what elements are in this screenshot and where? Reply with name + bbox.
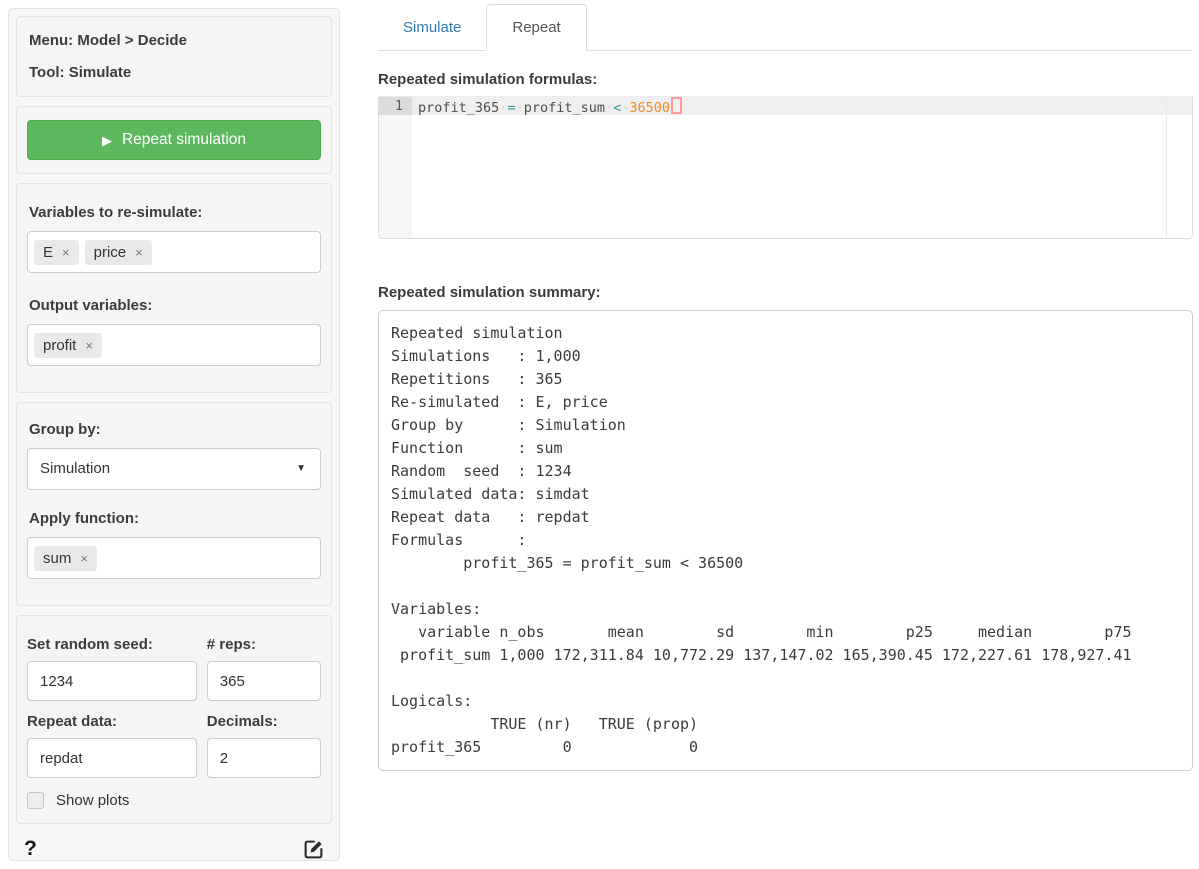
summary-section-label: Repeated simulation summary: <box>378 284 1193 301</box>
code-token-space: · <box>605 100 613 116</box>
decimals-label: Decimals: <box>207 713 321 730</box>
code-token-identifier: profit_sum <box>524 100 605 116</box>
help-icon[interactable]: ? <box>24 837 37 861</box>
output-variables-label: Output variables: <box>29 297 321 314</box>
menu-panel: Menu: Model > Decide Tool: Simulate <box>16 16 332 97</box>
formula-code-editor[interactable]: 1 profit_365·=·profit_sum·<·36500 <box>378 96 1193 239</box>
chevron-down-icon: ▼ <box>296 449 306 489</box>
code-token-space: · <box>516 100 524 116</box>
tag-pill: sum × <box>34 546 97 571</box>
show-plots-label: Show plots <box>56 792 129 809</box>
tab-bar: Simulate Repeat <box>378 0 1193 51</box>
repeat-data-input[interactable] <box>27 738 197 778</box>
summary-output-text: Repeated simulation Simulations : 1,000 … <box>391 322 1180 759</box>
editor-line-number: 1 <box>379 97 412 115</box>
remove-tag-icon[interactable]: × <box>62 245 70 260</box>
editor-gutter <box>379 97 412 238</box>
remove-tag-icon[interactable]: × <box>135 245 143 260</box>
tab-simulate[interactable]: Simulate <box>378 5 486 50</box>
tag-label: profit <box>43 337 76 354</box>
main-panel: Simulate Repeat Repeated simulation form… <box>378 0 1193 771</box>
code-token-operator: = <box>507 100 515 116</box>
tag-label: price <box>94 244 127 261</box>
group-by-label: Group by: <box>29 421 321 438</box>
tag-pill: E× <box>34 240 79 265</box>
remove-tag-icon[interactable]: × <box>85 338 93 353</box>
tool-label: Tool: Simulate <box>29 64 319 81</box>
editor-print-margin <box>1166 97 1167 238</box>
tag-pill: price × <box>85 240 152 265</box>
tag-label: sum <box>43 550 71 567</box>
editor-cursor <box>671 97 682 114</box>
sidebar-footer: ? <box>16 833 332 861</box>
remove-tag-icon[interactable]: × <box>80 551 88 566</box>
group-by-select[interactable]: Simulation ▼ <box>27 448 321 490</box>
formula-code-line: profit_365·=·profit_sum·<·36500 <box>418 97 682 115</box>
decimals-input[interactable] <box>207 738 321 778</box>
reps-input[interactable] <box>207 661 321 701</box>
seed-input[interactable] <box>27 661 197 701</box>
resim-tag-input[interactable]: E×price× <box>27 231 321 273</box>
apply-function-tag-input[interactable]: sum × <box>27 537 321 579</box>
code-token-number: 36500 <box>629 100 670 116</box>
sidebar: Menu: Model > Decide Tool: Simulate ▶ Re… <box>8 8 340 861</box>
grouping-panel: Group by: Simulation ▼ Apply function: s… <box>16 402 332 606</box>
repeat-simulation-button-label: Repeat simulation <box>122 131 246 149</box>
settings-panel: Set random seed: # reps: Repeat data: De… <box>16 615 332 824</box>
tag-pill: profit × <box>34 333 102 358</box>
resim-label: Variables to re-simulate: <box>29 204 321 221</box>
tag-label: E <box>43 244 53 261</box>
apply-function-label: Apply function: <box>29 510 321 527</box>
seed-label: Set random seed: <box>27 636 197 653</box>
repeat-data-label: Repeat data: <box>27 713 197 730</box>
summary-output-box: Repeated simulation Simulations : 1,000 … <box>378 310 1193 771</box>
reps-label: # reps: <box>207 636 321 653</box>
tab-repeat[interactable]: Repeat <box>486 4 586 51</box>
output-variables-tag-input[interactable]: profit × <box>27 324 321 366</box>
run-panel: ▶ Repeat simulation <box>16 106 332 174</box>
app-screen: Menu: Model > Decide Tool: Simulate ▶ Re… <box>0 0 1199 869</box>
repeat-simulation-button[interactable]: ▶ Repeat simulation <box>27 120 321 160</box>
edit-report-icon[interactable] <box>303 839 324 860</box>
menu-breadcrumb: Menu: Model > Decide <box>29 32 319 49</box>
variables-panel: Variables to re-simulate: E×price× Outpu… <box>16 183 332 393</box>
show-plots-checkbox[interactable] <box>27 792 44 809</box>
formulas-section-label: Repeated simulation formulas: <box>378 71 1193 88</box>
play-icon: ▶ <box>102 134 112 147</box>
code-token-identifier: profit_365 <box>418 100 499 116</box>
group-by-value: Simulation <box>40 460 110 477</box>
